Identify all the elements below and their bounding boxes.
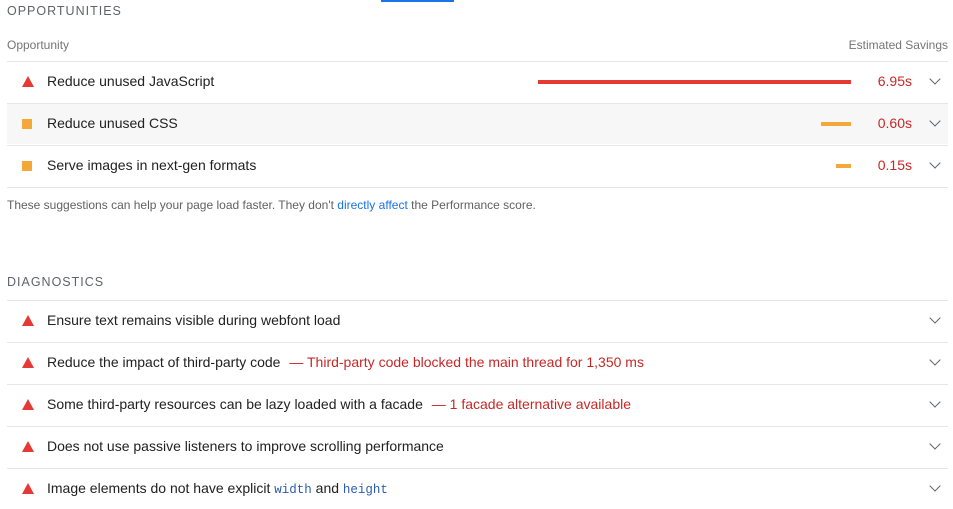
opportunities-footnote: These suggestions can help your page loa… [7,198,536,212]
savings-value: 6.95s [877,73,912,89]
chevron-down-icon[interactable] [929,312,941,324]
chevron-down-icon[interactable] [929,438,941,450]
diagnostic-label: Does not use passive listeners to improv… [47,438,444,454]
opportunity-label: Reduce unused JavaScript [47,73,215,89]
diagnostic-note: — Third-party code blocked the main thre… [289,354,644,370]
opportunity-row-unused-css[interactable]: Reduce unused CSS 0.60s [7,103,948,144]
orange-square-icon [22,119,32,129]
diagnostic-note: — 1 facade alternative available [431,396,631,412]
chevron-down-icon[interactable] [929,480,941,492]
diagnostic-text-mid: and [315,480,340,496]
diagnostic-text: Ensure text remains visible during webfo… [47,312,341,328]
diagnostic-row-webfont[interactable]: Ensure text remains visible during webfo… [7,300,948,341]
red-triangle-icon [22,76,34,87]
diagnostic-row-third-party[interactable]: Reduce the impact of third-party code — … [7,342,948,383]
savings-value: 0.60s [877,115,912,131]
chevron-down-icon[interactable] [929,396,941,408]
diagnostic-row-image-dimensions[interactable]: Image elements do not have explicit widt… [7,468,948,509]
diagnostic-row-passive-listeners[interactable]: Does not use passive listeners to improv… [7,426,948,467]
directly-link[interactable]: directly [337,198,375,212]
chevron-down-icon[interactable] [929,73,941,85]
opportunity-row-next-gen-images[interactable]: Serve images in next-gen formats 0.15s [7,145,948,186]
affect-link[interactable]: affect [379,198,408,212]
diagnostic-label: Image elements do not have explicit widt… [47,480,388,497]
diagnostic-text: Some third-party resources can be lazy l… [47,396,423,412]
diagnostic-text: Reduce the impact of third-party code [47,354,281,370]
savings-value: 0.15s [877,157,912,173]
opportunity-column-header: Opportunity [7,38,70,52]
opportunity-label: Reduce unused CSS [47,115,178,131]
opportunity-label: Serve images in next-gen formats [47,157,257,173]
red-triangle-icon [22,399,34,410]
estimated-savings-column-header: Estimated Savings [848,38,948,52]
footnote-text: These suggestions can help your page loa… [7,198,334,212]
diagnostic-text: Image elements do not have explicit [47,480,271,496]
red-triangle-icon [22,441,34,452]
divider [7,187,948,188]
opportunity-row-unused-js[interactable]: Reduce unused JavaScript 6.95s [7,61,948,102]
code-height: height [342,483,388,497]
savings-bar [821,122,851,126]
chevron-down-icon[interactable] [929,354,941,366]
diagnostic-label: Ensure text remains visible during webfo… [47,312,340,328]
red-triangle-icon [22,483,34,494]
red-triangle-icon [22,315,34,326]
diagnostic-label: Reduce the impact of third-party code — … [47,354,644,370]
diagnostic-row-facade[interactable]: Some third-party resources can be lazy l… [7,384,948,425]
top-tab-underline [381,0,454,2]
chevron-down-icon[interactable] [929,115,941,127]
code-width: width [274,483,312,497]
red-triangle-icon [22,357,34,368]
diagnostics-title: DIAGNOSTICS [7,275,105,289]
diagnostic-text: Does not use passive listeners to improv… [47,438,444,454]
opportunities-title: OPPORTUNITIES [7,4,122,18]
orange-square-icon [22,161,32,171]
diagnostic-label: Some third-party resources can be lazy l… [47,396,631,412]
footnote-text-end: the Performance score. [411,198,536,212]
savings-bar [538,80,851,84]
savings-bar [836,164,851,168]
chevron-down-icon[interactable] [929,157,941,169]
